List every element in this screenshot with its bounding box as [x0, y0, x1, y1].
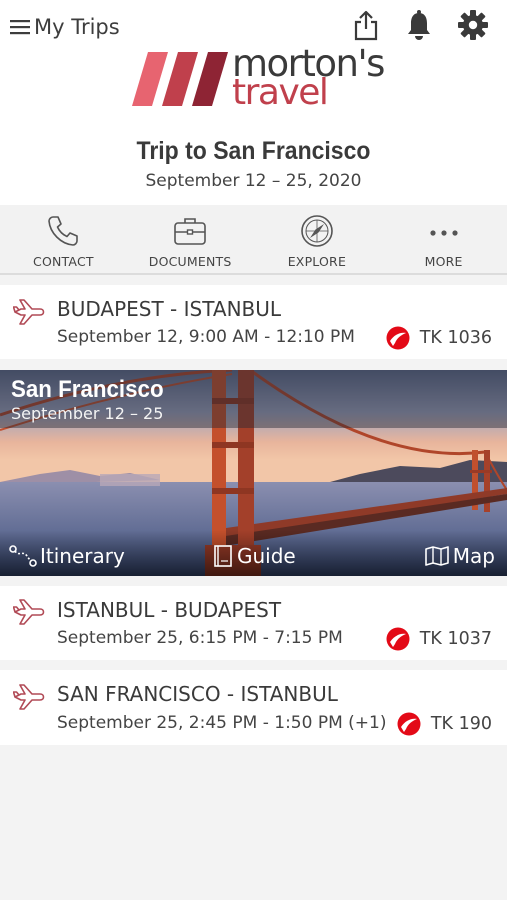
action-bar: CONTACT DOCUMENTS EXPLORE MORE [0, 205, 507, 275]
map-link[interactable]: Map [424, 544, 495, 568]
flight-time: September 25, 6:15 PM - 7:15 PM [57, 628, 343, 648]
my-trips-button[interactable]: My Trips [10, 12, 120, 42]
flight-number: TK 190 [430, 714, 492, 734]
turkish-airlines-icon [397, 712, 421, 736]
trip-dates: September 12 – 25, 2020 [145, 171, 362, 191]
turkish-airlines-icon [386, 627, 410, 651]
flight-card[interactable]: ISTANBUL - BUDAPEST September 25, 6:15 P… [0, 586, 507, 660]
explore-label: EXPLORE [287, 254, 347, 269]
documents-button[interactable]: DOCUMENTS [127, 205, 254, 273]
trip-title: Trip to San Francisco [136, 137, 371, 165]
more-icon [430, 230, 458, 236]
compass-icon [301, 215, 333, 247]
documents-label: DOCUMENTS [148, 254, 232, 269]
bell-icon [408, 10, 430, 40]
contact-label: CONTACT [33, 254, 94, 269]
guide-link[interactable]: Guide [212, 544, 296, 568]
phone-icon [48, 216, 79, 246]
itinerary-label: Itinerary [40, 544, 125, 568]
plane-icon [13, 299, 45, 325]
flight-time: September 25, 2:45 PM - 1:50 PM (+1) [57, 713, 387, 733]
explore-button[interactable]: EXPLORE [254, 205, 381, 273]
map-icon [424, 546, 449, 566]
airline-info: TK 190 [397, 712, 492, 736]
mortons-travel-logo: morton's travel [130, 45, 385, 113]
flight-card[interactable]: BUDAPEST - ISTANBUL September 12, 9:00 A… [0, 285, 507, 359]
share-icon [354, 10, 378, 41]
hamburger-icon [10, 20, 30, 35]
city-dates: September 12 – 25 [11, 404, 164, 423]
flight-route: SAN FRANCISCO - ISTANBUL [57, 682, 338, 706]
destination-card[interactable]: San Francisco September 12 – 25 Itinerar… [0, 370, 507, 576]
book-icon [214, 545, 232, 567]
flight-route: BUDAPEST - ISTANBUL [57, 297, 282, 321]
my-trips-label: My Trips [34, 15, 120, 39]
notifications-button[interactable] [402, 8, 436, 42]
flight-route: ISTANBUL - BUDAPEST [57, 598, 282, 622]
itinerary-link[interactable]: Itinerary [9, 544, 125, 568]
route-icon [9, 545, 37, 567]
settings-button[interactable] [456, 8, 490, 42]
more-button[interactable]: MORE [380, 205, 507, 273]
flight-number: TK 1036 [419, 328, 492, 348]
flight-time: September 12, 9:00 AM - 12:10 PM [57, 327, 355, 347]
logo-mark [132, 52, 228, 106]
plane-icon [13, 684, 45, 710]
header: My Trips morton's travel Trip to San Fra… [0, 0, 507, 205]
flight-card[interactable]: SAN FRANCISCO - ISTANBUL September 25, 2… [0, 670, 507, 745]
logo-sub: travel [232, 72, 329, 113]
plane-icon [13, 599, 45, 625]
turkish-airlines-icon [386, 326, 410, 350]
map-label: Map [452, 544, 495, 568]
city-name: San Francisco [11, 376, 164, 403]
gear-icon [458, 10, 488, 40]
contact-button[interactable]: CONTACT [0, 205, 127, 273]
share-button[interactable] [349, 8, 383, 42]
airline-info: TK 1037 [386, 627, 492, 651]
briefcase-icon [174, 218, 206, 245]
flight-number: TK 1037 [419, 629, 492, 649]
guide-label: Guide [237, 544, 296, 568]
more-label: MORE [424, 254, 463, 269]
airline-info: TK 1036 [386, 326, 492, 350]
